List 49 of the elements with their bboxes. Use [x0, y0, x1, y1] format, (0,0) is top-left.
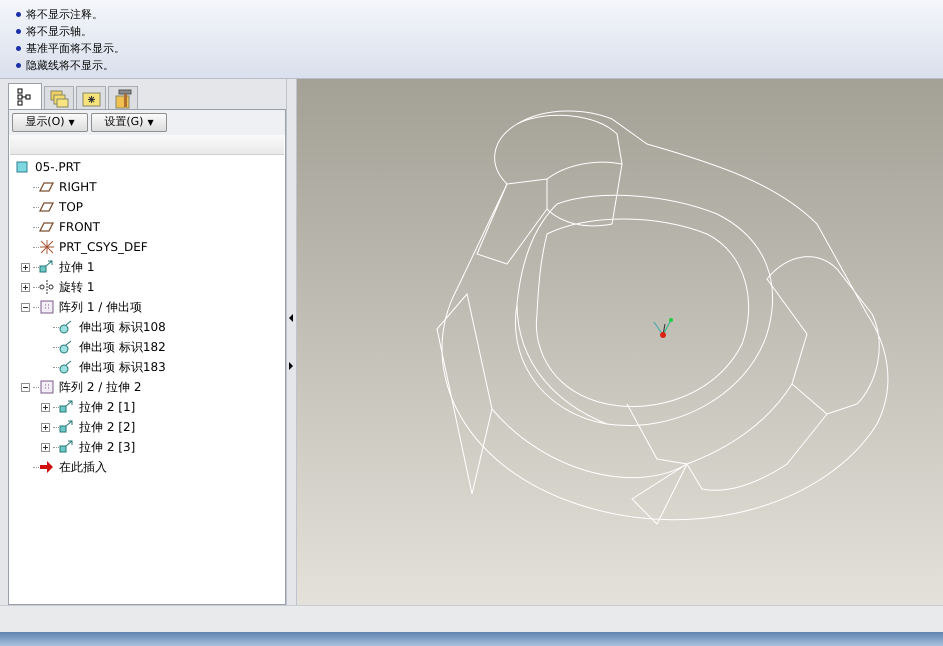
- tree-item-label[interactable]: FRONT: [59, 218, 100, 236]
- tree-item-label[interactable]: 伸出项 标识108: [79, 318, 166, 336]
- expand-right-icon[interactable]: [289, 362, 294, 370]
- hammer-folder-icon: [112, 88, 134, 108]
- expand-icon[interactable]: [21, 282, 30, 292]
- tree-item-label[interactable]: 拉伸 2 [3]: [79, 438, 136, 456]
- stacked-folders-icon: [48, 88, 70, 108]
- extrude-icon: [59, 399, 75, 415]
- extrude-icon: [39, 259, 55, 275]
- bullet-icon: [16, 12, 21, 17]
- coordinate-system-icon: [39, 239, 55, 255]
- tree-item-label[interactable]: 拉伸 2 [1]: [79, 398, 136, 416]
- arrow-icon: [39, 459, 55, 475]
- message-text: 将不显示轴。: [26, 26, 92, 37]
- expand-icon[interactable]: [21, 262, 30, 272]
- message-text: 隐藏线将不显示。: [26, 60, 114, 71]
- bullet-icon: [16, 63, 21, 68]
- tree-item-label[interactable]: 05-.PRT: [35, 158, 80, 176]
- pattern-icon: [39, 299, 55, 315]
- collapse-left-icon[interactable]: [289, 314, 294, 322]
- coordinate-axes-icon: [651, 316, 675, 340]
- collapse-icon[interactable]: [21, 382, 30, 392]
- tree-item-label[interactable]: 拉伸 2 [2]: [79, 418, 136, 436]
- expand-icon[interactable]: [41, 402, 50, 412]
- tree-item-label[interactable]: 阵列 1 / 伸出项: [59, 298, 142, 316]
- panel-tab[interactable]: [8, 83, 42, 109]
- tree-item-label[interactable]: 拉伸 1: [59, 258, 94, 276]
- extrude-icon: [59, 439, 75, 455]
- tree-item-label[interactable]: 在此插入: [59, 458, 107, 476]
- revolve-icon: [39, 279, 55, 295]
- expand-icon[interactable]: [41, 422, 50, 432]
- collapse-icon[interactable]: [21, 302, 30, 312]
- tree-item-label[interactable]: 伸出项 标识183: [79, 358, 166, 376]
- expand-icon[interactable]: [41, 442, 50, 452]
- tree-item-label[interactable]: PRT_CSYS_DEF: [59, 238, 148, 256]
- dropdown-button[interactable]: 设置(G) ▼: [91, 113, 167, 132]
- message-text: 基准平面将不显示。: [26, 43, 125, 54]
- tree-item-label[interactable]: TOP: [59, 198, 84, 216]
- tree-item-label[interactable]: 伸出项 标识182: [79, 338, 166, 356]
- tree-item-label[interactable]: RIGHT: [59, 178, 97, 196]
- bullet-icon: [16, 46, 21, 51]
- panel-tab[interactable]: [76, 86, 106, 109]
- pattern-icon: [39, 379, 55, 395]
- message-text: 将不显示注释。: [26, 9, 103, 20]
- dropdown-button[interactable]: 显示(O) ▼: [12, 113, 88, 132]
- tree-item-label[interactable]: 阵列 2 / 拉伸 2: [59, 378, 142, 396]
- bullet-icon: [16, 29, 21, 34]
- tree-item-label[interactable]: 旋转 1: [59, 278, 94, 296]
- extrude-icon: [59, 419, 75, 435]
